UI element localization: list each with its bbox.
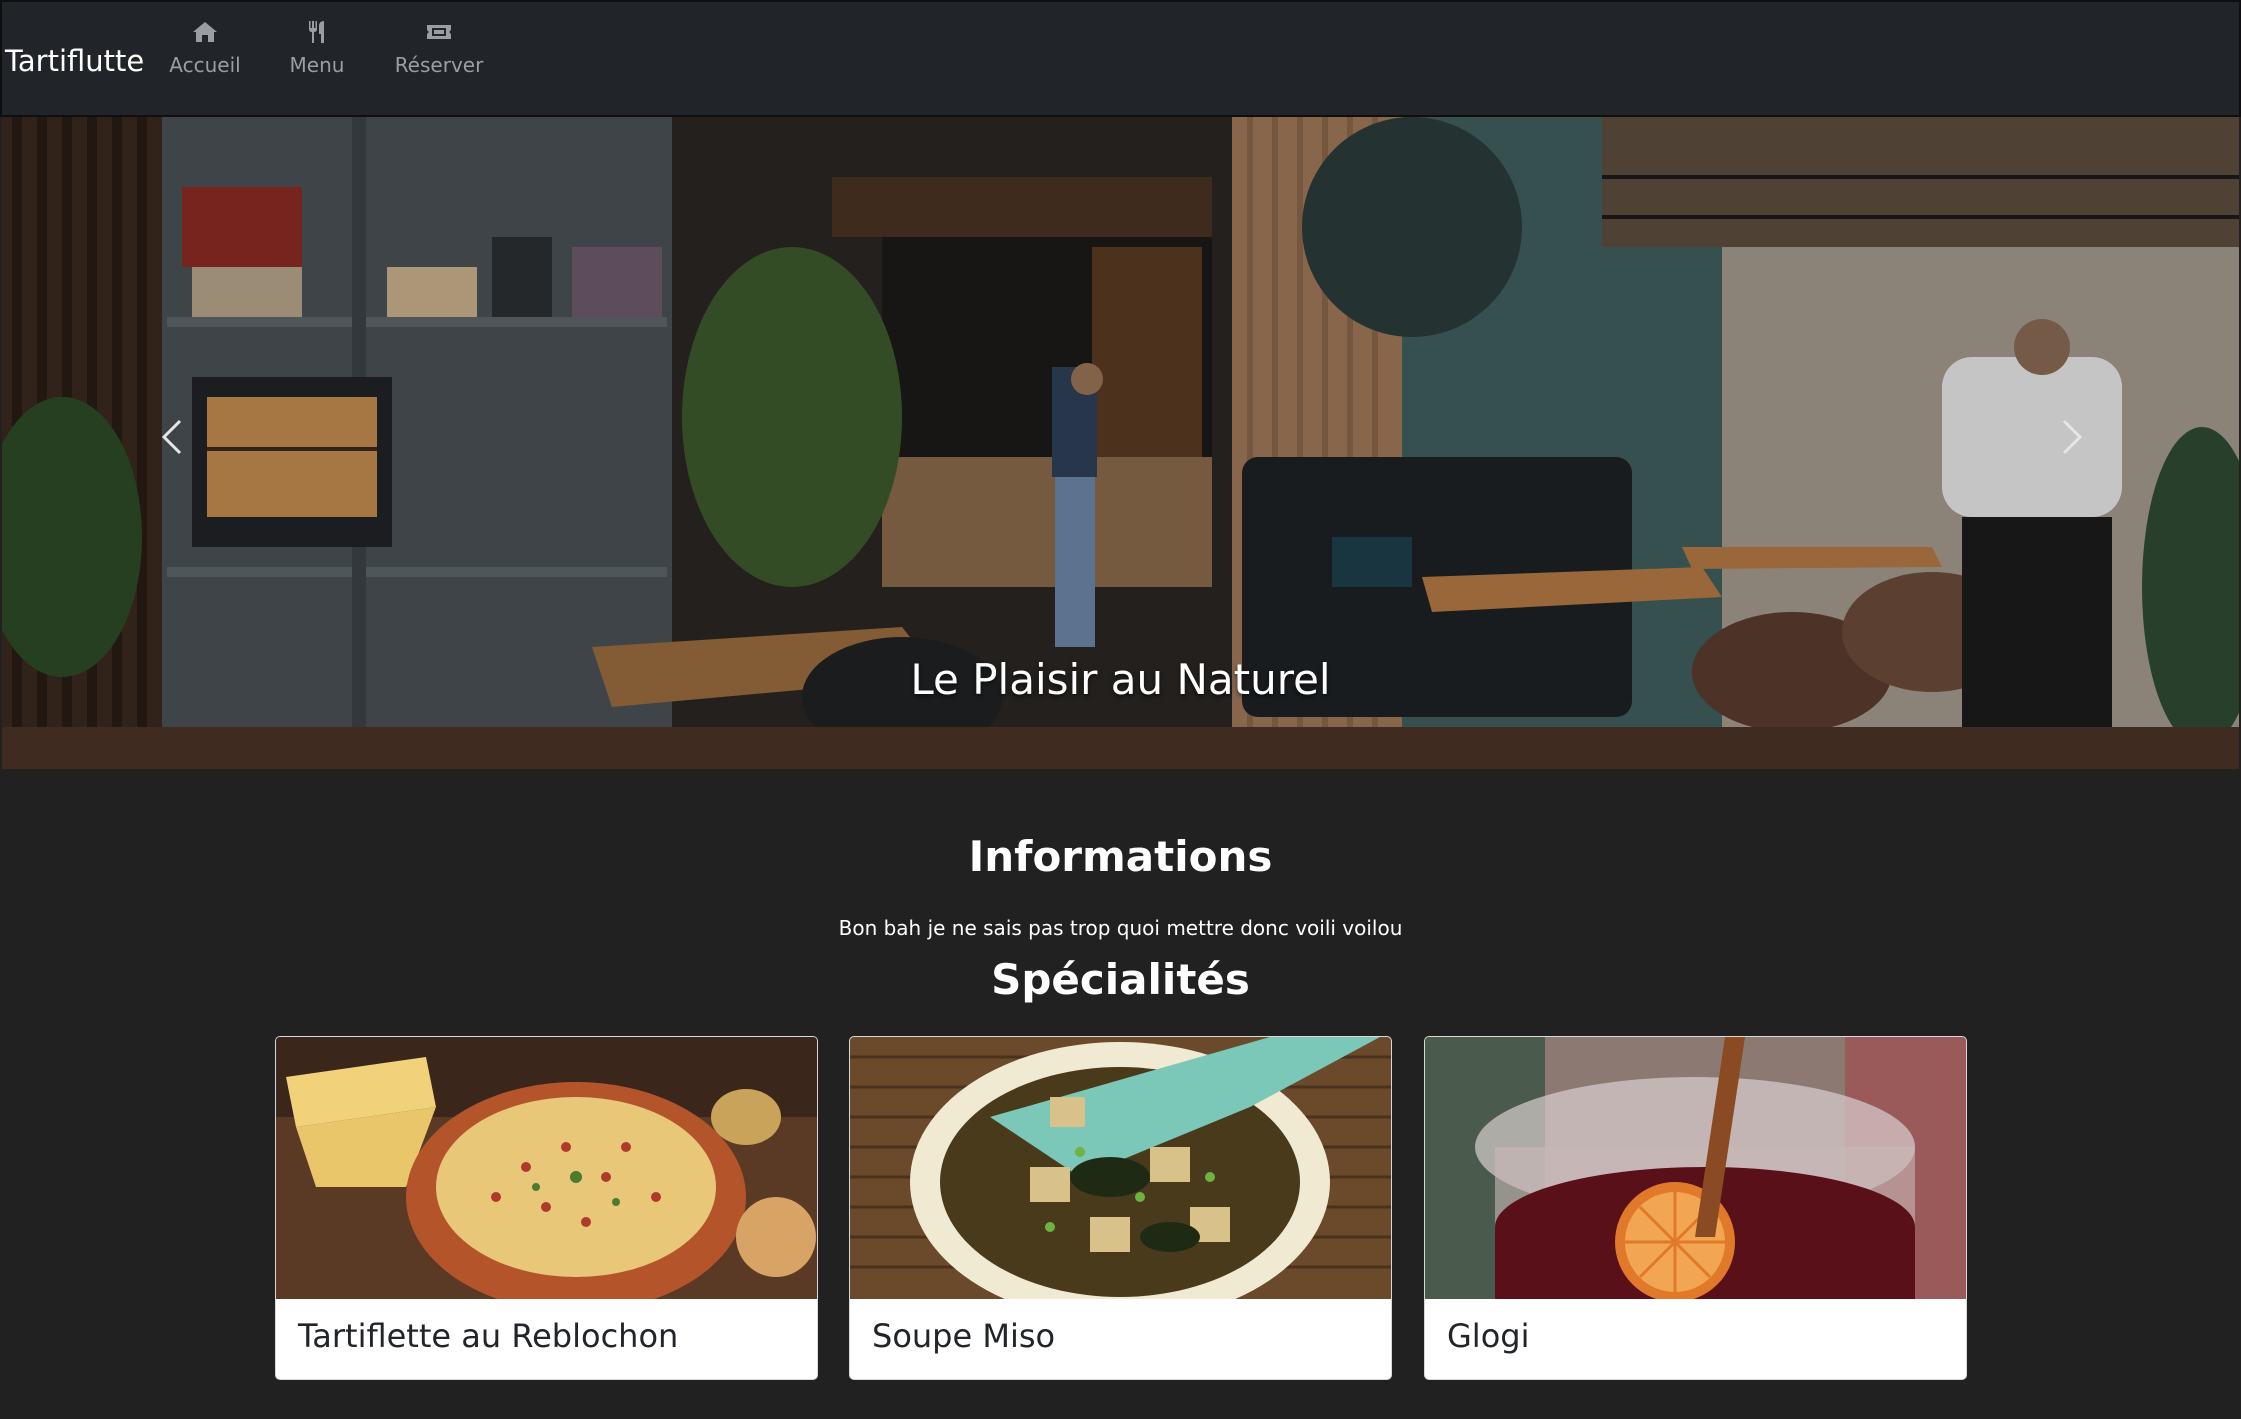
mulled-wine-photo <box>1425 1037 1966 1299</box>
nav-item-reserver[interactable]: Réserver <box>392 20 486 78</box>
ticket-icon <box>392 20 486 46</box>
brand-link[interactable]: Tartiflutte <box>5 42 144 80</box>
hero-carousel: Le Plaisir au Naturel <box>2 117 2239 769</box>
hero-caption: Le Plaisir au Naturel <box>910 655 1331 704</box>
carousel-prev-button[interactable] <box>142 407 202 467</box>
chevron-left-icon <box>161 419 182 455</box>
info-title: Informations <box>968 832 1273 881</box>
card-title: Tartiflette au Reblochon <box>298 1317 679 1355</box>
carousel-next-button[interactable] <box>2042 407 2102 467</box>
tartiflette-photo <box>276 1037 817 1299</box>
specialties-title: Spécialités <box>991 955 1250 1004</box>
info-text: Bon bah je ne sais pas trop quoi mettre … <box>838 916 1403 940</box>
chevron-right-icon <box>2062 419 2083 455</box>
nav-item-label: Menu <box>289 53 345 77</box>
nav-item-menu[interactable]: Menu <box>287 20 347 78</box>
specialty-card-miso[interactable]: Soupe Miso <box>849 1036 1392 1380</box>
utensils-icon <box>287 20 347 46</box>
nav-item-label: Accueil <box>169 53 241 77</box>
nav-item-accueil[interactable]: Accueil <box>166 20 244 78</box>
miso-soup-photo <box>850 1037 1391 1299</box>
nav-item-label: Réserver <box>394 53 484 77</box>
card-title: Glogi <box>1447 1317 1530 1355</box>
home-icon <box>166 20 244 46</box>
navbar: Tartiflutte Accueil Menu Réserver <box>0 0 2241 117</box>
specialty-card-tartiflette[interactable]: Tartiflette au Reblochon <box>275 1036 818 1380</box>
card-title: Soupe Miso <box>872 1317 1056 1355</box>
specialty-card-glogi[interactable]: Glogi <box>1424 1036 1967 1380</box>
